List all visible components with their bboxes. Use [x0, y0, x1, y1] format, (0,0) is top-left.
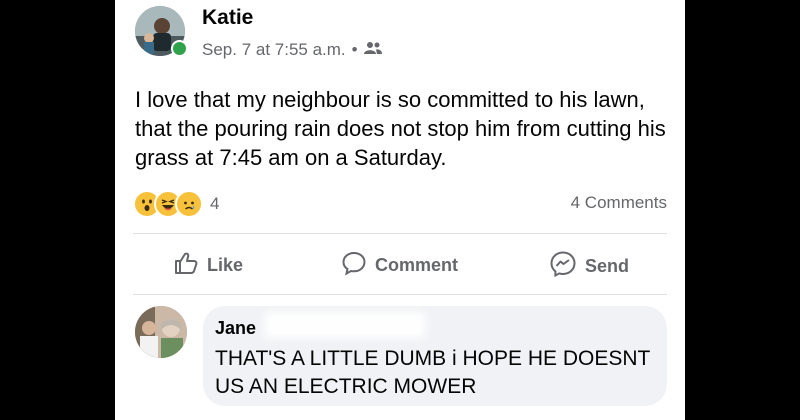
sad-emoji-icon: [175, 190, 203, 218]
comment-text: THAT'S A LITTLE DUMB i HOPE HE DOESNT US…: [215, 347, 650, 398]
comment-label: Comment: [375, 255, 459, 275]
comments-count-link[interactable]: 4 Comments: [571, 193, 667, 213]
meta-separator: •: [351, 40, 358, 59]
commenter-avatar[interactable]: [135, 306, 187, 358]
post-card: Katie Sep. 7 at 7:55 a.m. • I love that …: [115, 0, 685, 420]
post-body-text: I love that my neighbour is so committed…: [135, 87, 666, 170]
redaction-blur: [260, 13, 350, 27]
comment-icon: [341, 250, 367, 281]
send-label: Send: [585, 256, 630, 276]
reaction-summary[interactable]: 4: [133, 190, 219, 218]
friends-icon[interactable]: [363, 40, 382, 60]
comment-button[interactable]: Comment: [341, 250, 458, 281]
send-button[interactable]: Send: [549, 250, 629, 283]
online-status-indicator: [171, 40, 188, 57]
like-label: Like: [207, 255, 244, 275]
post-meta: Sep. 7 at 7:55 a.m. •: [202, 40, 382, 60]
thumbs-up-icon: [173, 250, 199, 281]
redaction-blur: [265, 312, 425, 338]
reaction-count: 4: [210, 194, 220, 213]
post-author-name[interactable]: Katie: [202, 6, 253, 30]
divider: [133, 233, 667, 234]
messenger-icon: [549, 250, 577, 283]
commenter-name[interactable]: Jane: [215, 318, 256, 339]
divider: [133, 294, 667, 295]
post-timestamp[interactable]: Sep. 7 at 7:55 a.m.: [202, 40, 346, 60]
like-button[interactable]: Like: [173, 250, 243, 281]
